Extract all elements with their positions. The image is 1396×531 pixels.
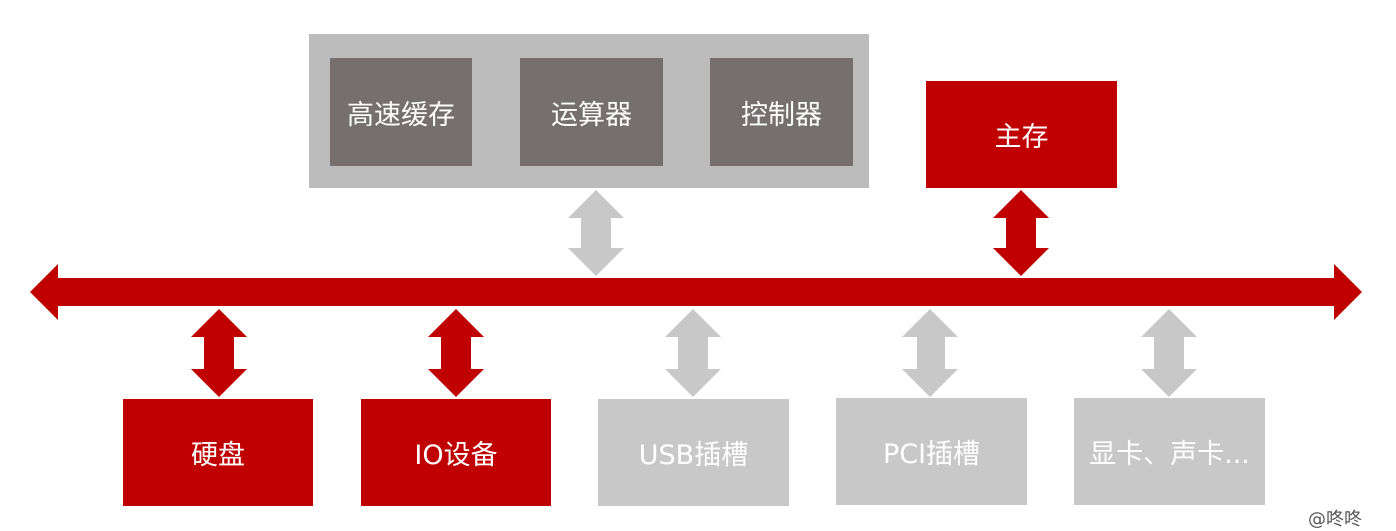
disk-label: 硬盘 <box>191 440 245 471</box>
cpu-bus-arrow <box>568 190 624 276</box>
cache-box: 高速缓存 <box>330 58 472 166</box>
memory-bus-arrow <box>993 190 1049 276</box>
control-unit-label: 控制器 <box>741 99 822 131</box>
graphics-sound-cards-label: 显卡、声卡... <box>1089 439 1250 470</box>
main-memory-label: 主存 <box>994 122 1049 153</box>
main-memory-box: 主存 <box>926 81 1117 188</box>
cache-label: 高速缓存 <box>347 99 455 131</box>
cards-bus-arrow <box>1141 309 1197 397</box>
usb-bus-arrow <box>665 309 721 397</box>
alu-label: 运算器 <box>551 99 632 131</box>
io-device-label: IO设备 <box>414 440 498 471</box>
pci-slot-label: PCI插槽 <box>882 439 981 470</box>
graphics-sound-cards-box: 显卡、声卡... <box>1074 398 1265 505</box>
io-bus-arrow <box>428 309 484 397</box>
disk-bus-arrow <box>191 309 247 397</box>
usb-slot-box: USB插槽 <box>598 399 789 506</box>
pci-slot-box: PCI插槽 <box>836 398 1027 505</box>
disk-box: 硬盘 <box>123 399 313 506</box>
alu-box: 运算器 <box>520 58 663 166</box>
io-device-box: IO设备 <box>361 399 551 506</box>
usb-slot-label: USB插槽 <box>638 440 749 471</box>
control-unit-box: 控制器 <box>710 58 853 166</box>
footer-credit: @咚咚 <box>1308 509 1362 530</box>
pci-bus-arrow <box>902 309 958 397</box>
system-bus-arrow <box>30 264 1362 320</box>
